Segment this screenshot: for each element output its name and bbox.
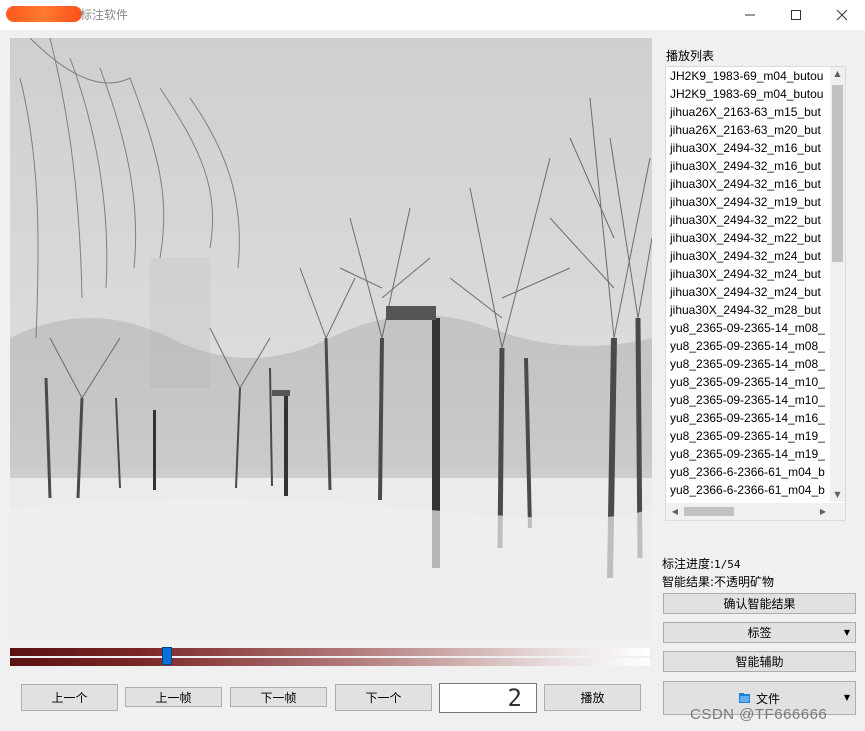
progress-label: 标注进度:	[662, 557, 715, 571]
next-item-button[interactable]: 下一个	[335, 684, 432, 711]
close-icon	[836, 9, 848, 21]
playlist-item[interactable]: yu8_2365-09-2365-14_m08_	[666, 355, 832, 373]
horizontal-scroll-thumb[interactable]	[684, 507, 734, 516]
timeline-thumb[interactable]	[162, 647, 172, 665]
prev-item-button[interactable]: 上一个	[21, 684, 118, 711]
vertical-scroll-thumb[interactable]	[832, 85, 843, 262]
playlist-item[interactable]: yu8_2366-6-2366-61_m04_b	[666, 481, 832, 499]
playlist-horizontal-scrollbar[interactable]: ◀ ▶	[666, 503, 832, 520]
next-frame-button[interactable]: 下一帧	[230, 687, 327, 707]
title-bar: 标注软件	[0, 0, 865, 30]
playlist-item[interactable]: jihua30X_2494-32_m22_but	[666, 211, 832, 229]
playlist-item[interactable]: yu8_2365-09-2365-14_m19_	[666, 427, 832, 445]
minimize-icon	[745, 14, 755, 16]
playlist-item[interactable]: jihua26X_2163-63_m20_but	[666, 121, 832, 139]
frame-number-display[interactable]: 2	[439, 683, 537, 713]
video-frame[interactable]	[10, 38, 652, 640]
scroll-up-icon[interactable]: ▲	[830, 67, 845, 81]
result-value: 不透明矿物	[714, 575, 775, 589]
scroll-right-icon[interactable]: ▶	[816, 503, 830, 520]
confirm-result-label: 确认智能结果	[723, 597, 796, 611]
playlist-item[interactable]: jihua30X_2494-32_m16_but	[666, 139, 832, 157]
playlist-item[interactable]: jihua30X_2494-32_m19_but	[666, 193, 832, 211]
chevron-down-icon: ▼	[843, 693, 850, 702]
playlist-item[interactable]: jihua30X_2494-32_m16_but	[666, 175, 832, 193]
playlist-item[interactable]: yu8_2366-6-2366-61_m04_b	[666, 463, 832, 481]
playlist-item[interactable]: jihua30X_2494-32_m24_but	[666, 247, 832, 265]
play-button[interactable]: 播放	[544, 684, 641, 711]
result-label: 智能结果:	[662, 575, 715, 589]
scroll-down-icon[interactable]: ▼	[830, 488, 845, 502]
playlist-item[interactable]: jihua30X_2494-32_m24_but	[666, 283, 832, 301]
playlist-item[interactable]: yu8_2365-09-2365-14_m16_	[666, 409, 832, 427]
progress-info: 标注进度:1/54	[662, 555, 741, 572]
file-label: 文件	[755, 691, 780, 706]
timeline-track-upper	[10, 648, 650, 656]
playlist-item[interactable]: jihua26X_2163-63_m15_but	[666, 103, 832, 121]
timeline-track-lower	[10, 658, 650, 666]
timeline-slider[interactable]	[10, 646, 650, 666]
assist-label: 智能辅助	[735, 655, 784, 669]
progress-value: 1/54	[714, 558, 741, 571]
tag-label: 标签	[747, 626, 772, 640]
playlist-item[interactable]: jihua30X_2494-32_m24_but	[666, 265, 832, 283]
playlist[interactable]: JH2K9_1983-69_m04_butou JH2K9_1983-69_m04…	[665, 66, 846, 521]
scroll-left-icon[interactable]: ◀	[668, 503, 682, 520]
tag-dropdown-button[interactable]: 标签 ▼	[663, 622, 856, 643]
playlist-item[interactable]: jihua30X_2494-32_m16_but	[666, 157, 832, 175]
redaction-mark	[6, 6, 82, 22]
scroll-corner	[830, 503, 845, 520]
playlist-title: 播放列表	[666, 49, 715, 63]
playlist-item[interactable]: yu8_2365-09-2365-14_m19_	[666, 445, 832, 463]
minimize-button[interactable]	[727, 0, 773, 30]
playlist-item[interactable]: yu8_2365-09-2365-14_m08_	[666, 337, 832, 355]
playlist-items[interactable]: JH2K9_1983-69_m04_butou JH2K9_1983-69_m04…	[666, 67, 832, 502]
playlist-item[interactable]: yu8_2365-09-2365-14_m10_	[666, 391, 832, 409]
chevron-down-icon: ▼	[843, 628, 850, 637]
close-button[interactable]	[819, 0, 865, 30]
playlist-item[interactable]: jihua30X_2494-32_m22_but	[666, 229, 832, 247]
window-title: 标注软件	[80, 8, 129, 22]
playlist-item[interactable]: JH2K9_1983-69_m04_butou	[666, 67, 832, 85]
watermark: CSDN @TF666666	[690, 706, 828, 723]
snow-scene-image	[10, 38, 652, 640]
playlist-item[interactable]: jihua30X_2494-32_m28_but	[666, 301, 832, 319]
result-info: 智能结果:不透明矿物	[662, 573, 774, 590]
prev-frame-button[interactable]: 上一帧	[125, 687, 222, 707]
maximize-icon	[791, 10, 801, 20]
maximize-button[interactable]	[773, 0, 819, 30]
playlist-item[interactable]: yu8_2365-09-2365-14_m08_	[666, 319, 832, 337]
playlist-item[interactable]: yu8_2365-09-2365-14_m10_	[666, 373, 832, 391]
assist-button[interactable]: 智能辅助	[663, 651, 856, 672]
confirm-result-button[interactable]: 确认智能结果	[663, 593, 856, 614]
folder-icon	[738, 693, 750, 703]
playlist-vertical-scrollbar[interactable]: ▲ ▼	[830, 67, 845, 502]
playlist-item[interactable]: JH2K9_1983-69_m04_butou	[666, 85, 832, 103]
